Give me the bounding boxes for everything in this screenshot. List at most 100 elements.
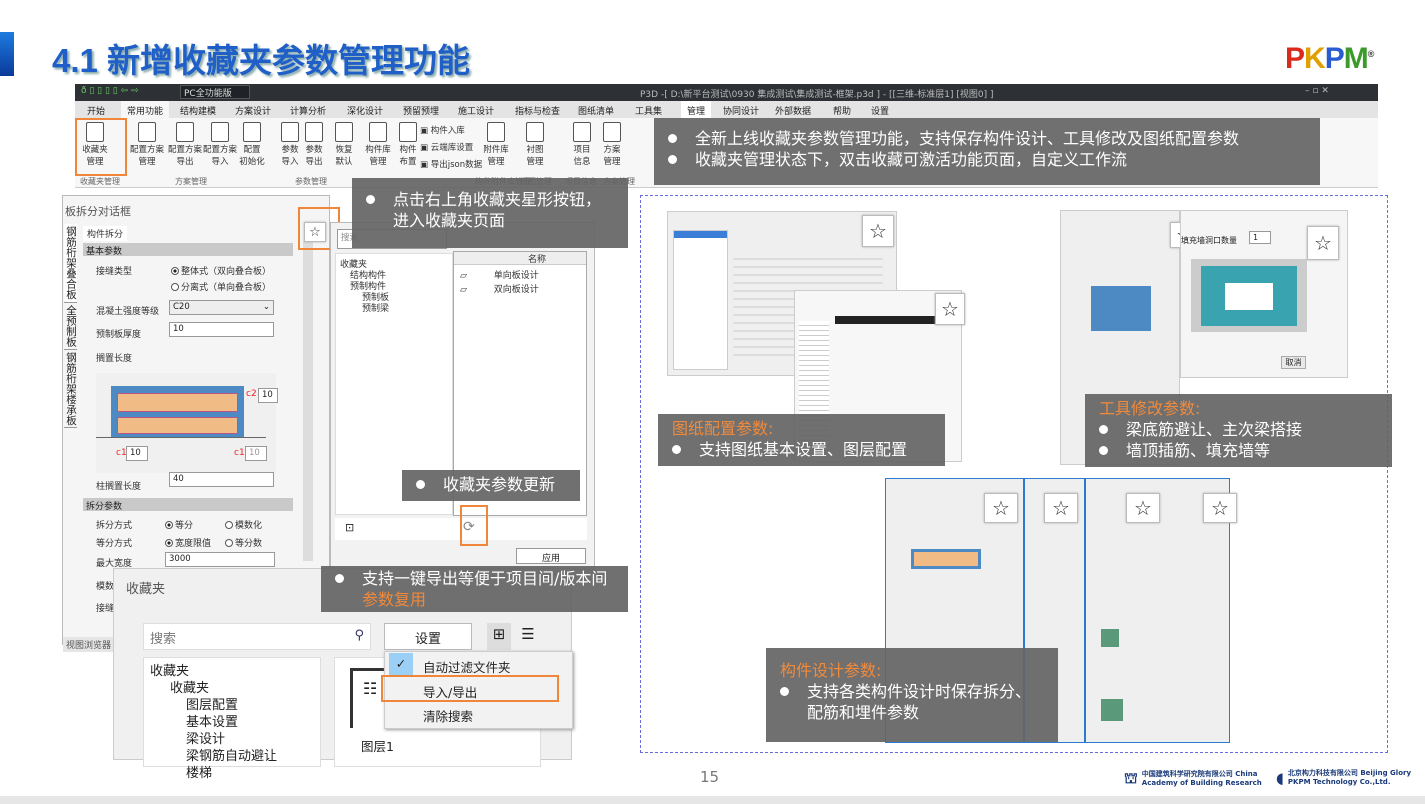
menu-clear-search[interactable]: 清除搜索 bbox=[385, 702, 574, 726]
radio-equal[interactable]: 等分 bbox=[165, 518, 193, 531]
ribbon-button-4[interactable]: 配置 初始化 bbox=[235, 122, 269, 168]
ribbon-button-3[interactable]: 配置方案 导入 bbox=[203, 122, 237, 168]
scrollbar[interactable] bbox=[303, 241, 313, 561]
list-item[interactable]: ▱ 双向板设计 bbox=[460, 282, 539, 295]
tab-4[interactable]: 计算分析 bbox=[290, 104, 326, 117]
radio-width-limit[interactable]: 宽度限值 bbox=[165, 536, 211, 549]
tab-10[interactable]: 工具集 bbox=[635, 104, 662, 117]
new-folder-icon[interactable]: ⊡ bbox=[335, 518, 453, 540]
callout-drawing: 图纸配置参数: 支持图纸基本设置、图层配置 bbox=[658, 414, 945, 466]
ribbon-button-14[interactable]: 衬图 管理 bbox=[518, 122, 552, 168]
tab-12[interactable]: 协同设计 bbox=[723, 104, 759, 117]
check-icon: ✓ bbox=[389, 653, 413, 677]
tab-9[interactable]: 图纸清单 bbox=[578, 104, 614, 117]
menu-auto-filter[interactable]: ✓ 自动过滤文件夹 bbox=[385, 653, 574, 677]
fav-search-input[interactable]: 搜索 ⚲ bbox=[143, 623, 371, 650]
ribbon-button-7[interactable]: 恢复 默认 bbox=[327, 122, 361, 168]
side-tab-2[interactable]: 钢筋桁架楼承板 bbox=[64, 350, 77, 428]
basic-params-header[interactable]: 基本参数 bbox=[83, 243, 293, 257]
ribbon-icon bbox=[138, 122, 156, 142]
star-icon[interactable]: ☆ bbox=[862, 215, 894, 247]
tab-6[interactable]: 预留预埋 bbox=[403, 104, 439, 117]
fav-tree: 收藏夹 收藏夹 图层配置 基本设置 梁设计 梁钢筋自动避让 楼梯 bbox=[143, 657, 321, 781]
split-mode-label: 拆分方式 bbox=[96, 521, 133, 531]
highlight-import-export bbox=[381, 675, 559, 702]
thickness-input[interactable]: 10 bbox=[169, 322, 274, 337]
tab-15[interactable]: 设置 bbox=[871, 104, 889, 117]
ribbon-button-1[interactable]: 配置方案 管理 bbox=[130, 122, 164, 168]
callout-update: 收藏夹参数更新 bbox=[402, 470, 580, 501]
ribbon-icon bbox=[335, 122, 353, 142]
ribbon-group-label: 收藏夹管理 bbox=[80, 177, 120, 186]
star-icon[interactable]: ☆ bbox=[1126, 493, 1160, 523]
opening-count-label: 填充墙洞口数量 bbox=[1181, 236, 1237, 245]
ribbon-button-15[interactable]: 项目 信息 bbox=[565, 122, 599, 168]
file-label[interactable]: 图层1 bbox=[361, 736, 394, 755]
list-view-icon[interactable]: ☰ bbox=[516, 623, 540, 650]
cancel-button[interactable]: 取消 bbox=[1281, 356, 1306, 369]
tab-14[interactable]: 帮助 bbox=[833, 104, 851, 117]
ribbon-icon bbox=[573, 122, 591, 142]
split-params-header[interactable]: 拆分参数 bbox=[83, 498, 293, 512]
search-icon: ⚲ bbox=[354, 628, 364, 643]
side-tab-0[interactable]: 钢筋桁架叠合板 bbox=[64, 224, 77, 303]
callout-star: 点击右上角收藏夹星形按钮，进入收藏夹页面 bbox=[352, 178, 628, 248]
list-item[interactable]: ▱ 单向板设计 bbox=[460, 268, 539, 281]
star-icon[interactable]: ☆ bbox=[935, 293, 965, 325]
col-rest-label: 柱搁置长度 bbox=[96, 482, 142, 492]
tab-8[interactable]: 指标与检查 bbox=[515, 104, 560, 117]
col-name-header: 名称 bbox=[454, 252, 586, 265]
star-icon[interactable]: ☆ bbox=[984, 493, 1018, 523]
pkpm-company-emblem-icon: ◖ bbox=[1276, 769, 1284, 787]
c1b-input[interactable]: 10 bbox=[245, 446, 267, 461]
ribbon-button-2[interactable]: 配置方案 导出 bbox=[168, 122, 202, 168]
tab-1[interactable]: 常用功能 bbox=[121, 101, 170, 118]
window-controls[interactable]: – ▫ ✕ bbox=[1305, 86, 1329, 96]
grid-view-icon[interactable]: ⊞ bbox=[487, 623, 511, 650]
max-width-input[interactable]: 3000 bbox=[165, 552, 275, 567]
view-browser-tab[interactable]: 视图浏览器 bbox=[63, 637, 115, 652]
radio-joint-separate[interactable]: 分离式（单向叠合板） bbox=[171, 280, 271, 293]
radio-equal-count[interactable]: 等分数 bbox=[225, 536, 262, 549]
cabr-logo-text: 中国建筑科学研究院有限公司 China Academy of Building … bbox=[1141, 770, 1262, 787]
concrete-grade-select[interactable]: C20 ⌄ bbox=[169, 300, 274, 315]
modulus-label: 模数 bbox=[96, 582, 115, 592]
ribbon-button-13[interactable]: 附件库 管理 bbox=[479, 122, 513, 168]
tree-node[interactable]: 楼梯 bbox=[186, 762, 212, 781]
ribbon-icon bbox=[399, 122, 417, 142]
ribbon-button-12[interactable]: ▣ 导出json数据 bbox=[420, 158, 482, 170]
tab-3[interactable]: 方案设计 bbox=[235, 104, 271, 117]
tab-7[interactable]: 施工设计 bbox=[458, 104, 494, 117]
side-tab-1[interactable]: 全预制板 bbox=[64, 303, 77, 350]
app-title-bar: ð ▯ ▯ ▯ ▯ ⇦ ⇨ PC全功能版 P3D -[ D:\新平台测试\093… bbox=[75, 84, 1378, 101]
ribbon-button-10[interactable]: ▣ 构件入库 bbox=[420, 124, 465, 136]
ribbon-button-11[interactable]: ▣ 云端库设置 bbox=[420, 141, 473, 153]
star-icon[interactable]: ☆ bbox=[1307, 226, 1339, 260]
edition-select[interactable]: PC全功能版 bbox=[180, 85, 250, 99]
ribbon-button-16[interactable]: 方案 管理 bbox=[595, 122, 629, 168]
ribbon-button-6[interactable]: 参数 导出 bbox=[297, 122, 331, 168]
page-number: 15 bbox=[700, 768, 720, 786]
radio-modular[interactable]: 模数化 bbox=[225, 518, 262, 531]
ribbon-button-8[interactable]: 构件库 管理 bbox=[361, 122, 395, 168]
tree-node[interactable]: 预制梁 bbox=[362, 301, 389, 314]
tab-member-split[interactable]: 构件拆分 bbox=[83, 226, 128, 241]
col-rest-input[interactable]: 40 bbox=[169, 472, 274, 487]
star-icon[interactable]: ☆ bbox=[1203, 493, 1237, 523]
radio-joint-integral[interactable]: 整体式（双向叠合板） bbox=[171, 264, 271, 277]
c1-input[interactable]: 10 bbox=[126, 446, 148, 461]
tab-2[interactable]: 结构建模 bbox=[180, 104, 216, 117]
settings-button[interactable]: 设置 bbox=[384, 623, 472, 650]
c2-input[interactable]: 10 bbox=[258, 388, 278, 403]
tab-11[interactable]: 管理 bbox=[681, 101, 712, 118]
opening-count-select[interactable]: 1 bbox=[1249, 231, 1271, 244]
callout-overview: 全新上线收藏夹参数管理功能，支持保存构件设计、工具修改及图纸配置参数 收藏夹管理… bbox=[654, 118, 1320, 185]
tab-0[interactable]: 开始 bbox=[87, 104, 105, 117]
star-icon[interactable]: ☆ bbox=[1044, 493, 1078, 523]
c2-label: c2 bbox=[246, 389, 257, 399]
apply-button[interactable]: 应用 bbox=[516, 548, 586, 564]
ribbon-icon bbox=[603, 122, 621, 142]
tab-13[interactable]: 外部数据 bbox=[775, 104, 811, 117]
tab-5[interactable]: 深化设计 bbox=[347, 104, 383, 117]
cabr-emblem-icon: ⛫ bbox=[1124, 769, 1138, 787]
